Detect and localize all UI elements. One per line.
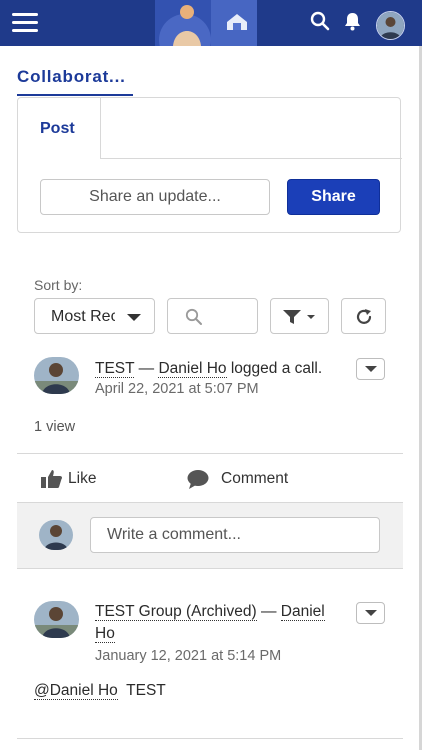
refresh-button[interactable] (341, 298, 386, 334)
sort-select-value: Most Recent (51, 308, 115, 325)
publisher-card: Post Share an update... Share (17, 97, 402, 233)
feed-search-input[interactable] (167, 298, 258, 334)
post-header: TEST Group (Archived) — Daniel Ho (95, 601, 357, 645)
search-icon (185, 308, 202, 325)
comment-input[interactable]: Write a comment... (90, 517, 380, 553)
avatar[interactable] (34, 601, 79, 638)
active-tab-indicator (17, 94, 133, 96)
comment-button[interactable]: Comment (187, 469, 307, 489)
hamburger-menu-icon[interactable] (12, 13, 38, 33)
share-update-input[interactable]: Share an update... (40, 179, 270, 215)
search-icon[interactable] (310, 11, 330, 36)
post-timestamp[interactable]: April 22, 2021 at 5:07 PM (95, 381, 259, 397)
divider (17, 738, 403, 739)
sort-select[interactable]: Most Recent (34, 298, 155, 334)
user-avatar[interactable] (376, 11, 405, 40)
header-separator: — (256, 603, 281, 620)
view-count: 1 view (34, 419, 76, 435)
author-link-continued[interactable]: Ho (95, 625, 115, 643)
group-link[interactable]: TEST Group (Archived) (95, 603, 257, 621)
mention-link[interactable]: @Daniel Ho (34, 682, 118, 700)
post-header: TEST — Daniel Ho logged a call. (95, 358, 322, 380)
bell-icon[interactable] (342, 11, 363, 37)
avatar (39, 520, 73, 550)
tab-collaborate[interactable]: Collaborat... (17, 67, 126, 87)
post-action-text: logged a call. (226, 360, 323, 377)
group-link[interactable]: TEST (95, 360, 135, 378)
post-actions-menu-button[interactable] (356, 602, 385, 624)
like-label: Like (68, 470, 97, 487)
header-separator: — (134, 360, 159, 377)
refresh-icon (356, 309, 372, 324)
author-link[interactable]: Daniel Ho (158, 360, 227, 378)
publisher-tab-label: Post (40, 120, 75, 137)
chevron-down-icon (365, 610, 377, 616)
filter-icon (283, 310, 315, 324)
speech-bubble-icon (187, 470, 209, 489)
chevron-down-icon (365, 366, 377, 372)
thumbs-up-icon (41, 470, 62, 488)
publisher-tab-divider (101, 158, 402, 159)
avatar[interactable] (34, 357, 79, 394)
comment-label: Comment (221, 470, 289, 487)
top-navigation-bar (0, 0, 422, 46)
post-actions-menu-button[interactable] (356, 358, 385, 380)
post-body-text: TEST (126, 682, 166, 699)
publisher-tab-post[interactable]: Post (18, 98, 101, 159)
filter-button[interactable] (270, 298, 329, 334)
chevron-down-icon (127, 314, 141, 321)
post-timestamp[interactable]: January 12, 2021 at 5:14 PM (95, 648, 281, 664)
share-button[interactable]: Share (287, 179, 380, 215)
sort-by-label: Sort by: (34, 277, 83, 293)
post-body: @Daniel Ho TEST (34, 682, 166, 700)
like-button[interactable]: Like (41, 469, 111, 489)
divider (17, 453, 403, 454)
divider (17, 568, 403, 569)
banner-logo-image (155, 0, 257, 46)
author-link[interactable]: Daniel (280, 603, 325, 621)
